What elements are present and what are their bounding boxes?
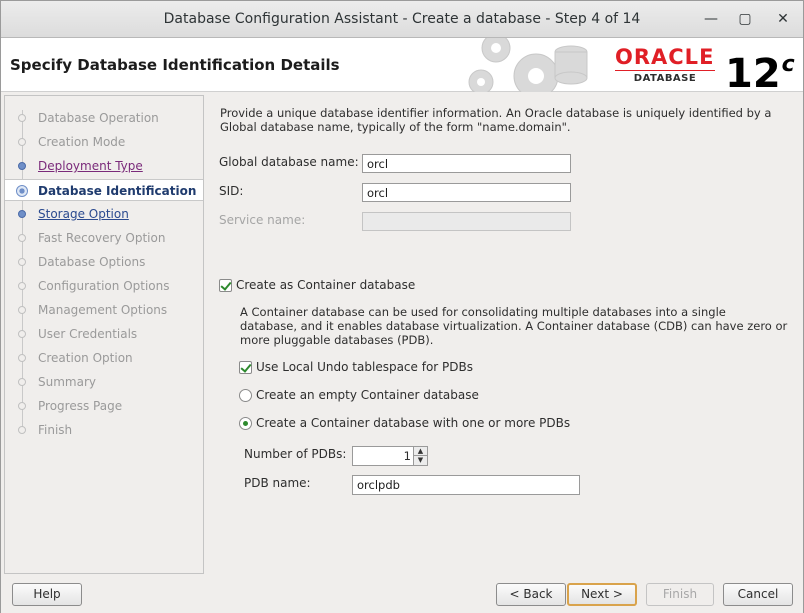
step-dot-icon [18,282,26,290]
step-dot-icon [18,162,26,170]
version-number: 12 [725,51,781,97]
step-dot-icon [18,234,26,242]
nav-step-label: Storage Option [38,207,129,221]
container-desc-line-2: database, and it enables database virtua… [240,319,788,333]
stepper-up-icon[interactable]: ▲ [414,447,427,456]
container-db-checkbox[interactable] [219,279,232,292]
nav-step-label: Deployment Type [38,159,143,173]
intro-text-line-1: Provide a unique database identifier inf… [220,106,772,120]
stepper-down-icon[interactable]: ▼ [414,456,427,465]
num-pdbs-stepper[interactable]: 1 ▲ ▼ [352,446,428,466]
nav-step-creation-mode: Creation Mode [5,131,203,153]
global-db-name-input[interactable] [362,154,571,173]
num-pdbs-label: Number of PDBs: [244,447,347,461]
step-dot-icon [18,210,26,218]
step-dot-icon [18,138,26,146]
nav-step-finish: Finish [5,419,203,441]
container-desc-line-3: more pluggable databases (PDB). [240,333,434,347]
step-dot-icon [18,402,26,410]
local-undo-checkbox[interactable] [239,361,252,374]
logo-rule [615,70,715,71]
minimize-icon[interactable]: — [701,9,721,29]
service-name-input [362,212,571,231]
title-bar[interactable]: Database Configuration Assistant - Creat… [1,1,803,38]
cdb-with-pdbs-radio[interactable] [239,417,252,430]
nav-step-user-credentials: User Credentials [5,323,203,345]
nav-step-label: Finish [38,423,73,437]
nav-step-label: Database Options [38,255,146,269]
step-dot-icon [18,426,26,434]
empty-cdb-label[interactable]: Create an empty Container database [256,388,479,402]
version-badge: 12c [725,42,795,97]
version-letter: c [781,52,795,77]
pdb-name-input[interactable] [352,475,580,495]
nav-step-management-options: Management Options [5,299,203,321]
step-dot-icon [18,378,26,386]
back-button[interactable]: < Back [496,583,566,606]
num-pdbs-value[interactable]: 1 [404,449,411,463]
close-icon[interactable]: ✕ [773,9,793,29]
button-bar: Help < Back Next > Finish Cancel [1,575,803,613]
finish-button: Finish [646,583,714,606]
nav-step-label: Database Identification [38,184,197,198]
maximize-icon[interactable]: ▢ [735,9,755,29]
nav-step-summary: Summary [5,371,203,393]
nav-step-label: User Credentials [38,327,138,341]
sid-input[interactable] [362,183,571,202]
page-title: Specify Database Identification Details [10,56,340,74]
nav-step-progress-page: Progress Page [5,395,203,417]
intro-text-line-2: Global database name, typically of the f… [220,120,571,134]
step-navigation: Database Operation Creation Mode Deploymen… [4,95,204,574]
empty-cdb-radio[interactable] [239,389,252,402]
oracle-wordmark: ORACLE [615,45,715,69]
nav-step-label: Configuration Options [38,279,170,293]
oracle-database-label: DATABASE [633,73,697,84]
oracle-logo: ORACLE DATABASE [615,46,719,84]
cdb-with-pdbs-label[interactable]: Create a Container database with one or … [256,416,570,430]
step-dot-icon [18,306,26,314]
nav-step-label: Progress Page [38,399,123,413]
main-content: Provide a unique database identifier inf… [205,95,802,574]
step-dot-icon [18,330,26,338]
nav-step-database-options: Database Options [5,251,203,273]
nav-step-label: Creation Mode [38,135,126,149]
nav-step-storage-option[interactable]: Storage Option [5,203,203,225]
nav-step-creation-option: Creation Option [5,347,203,369]
gears-decoration-icon [468,38,588,92]
cancel-button[interactable]: Cancel [723,583,793,606]
container-desc-line-1: A Container database can be used for con… [240,305,726,319]
pdb-name-label: PDB name: [244,476,311,490]
nav-step-label: Fast Recovery Option [38,231,166,245]
step-dot-icon [16,185,28,197]
step-dot-icon [18,114,26,122]
step-dot-icon [18,258,26,266]
stepper-arrows: ▲ ▼ [413,447,427,465]
window-title: Database Configuration Assistant - Creat… [163,11,641,27]
page-header: Specify Database Identification Details … [1,38,803,97]
service-name-label: Service name: [219,213,306,227]
nav-step-label: Creation Option [38,351,133,365]
sid-label: SID: [219,184,244,198]
nav-step-database-operation: Database Operation [5,107,203,129]
step-dot-icon [18,354,26,362]
local-undo-label[interactable]: Use Local Undo tablespace for PDBs [256,360,473,374]
nav-step-label: Database Operation [38,111,159,125]
nav-step-label: Summary [38,375,96,389]
help-button[interactable]: Help [12,583,82,606]
container-db-label[interactable]: Create as Container database [236,278,415,292]
nav-step-configuration-options: Configuration Options [5,275,203,297]
nav-step-label: Management Options [38,303,168,317]
global-db-name-label: Global database name: [219,155,359,169]
next-button[interactable]: Next > [567,583,637,606]
nav-step-deployment-type[interactable]: Deployment Type [5,155,203,177]
nav-step-database-identification: Database Identification [5,179,203,201]
dbca-window: Database Configuration Assistant - Creat… [0,0,804,613]
nav-step-fast-recovery-option: Fast Recovery Option [5,227,203,249]
